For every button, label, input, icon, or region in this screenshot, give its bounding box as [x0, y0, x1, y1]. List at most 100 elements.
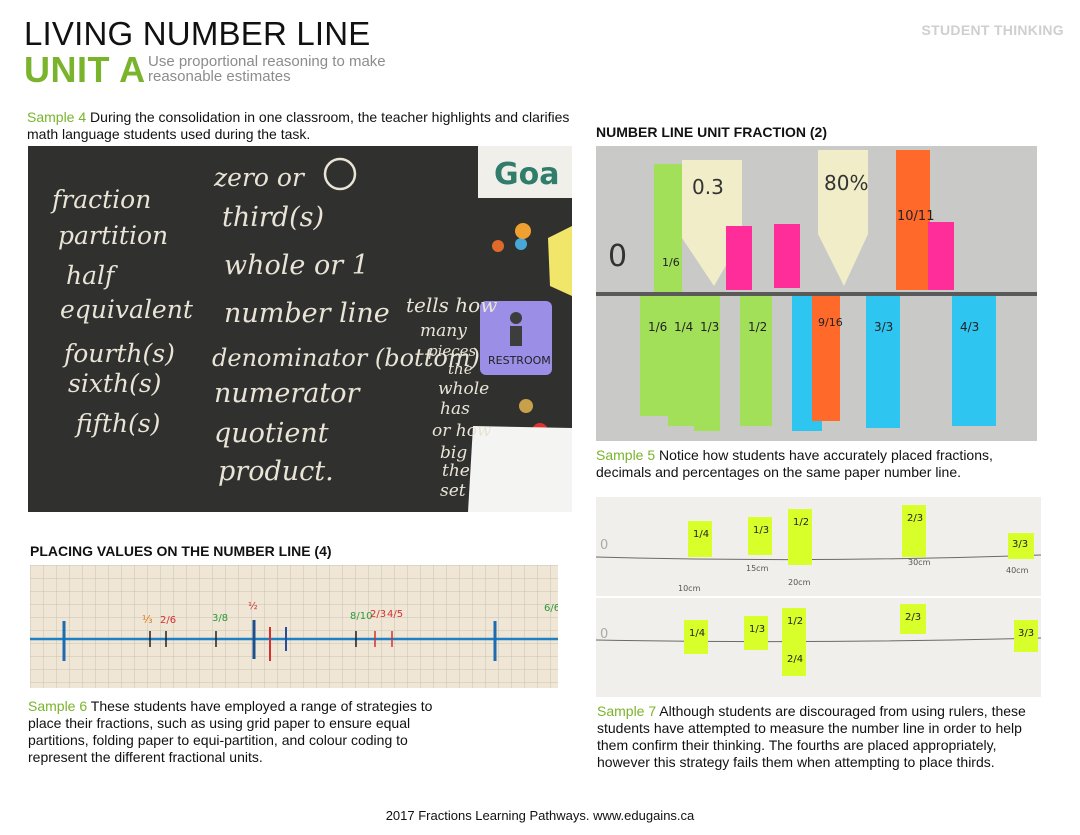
chalk-word: partition — [58, 221, 168, 250]
sticky-fraction: 1/6 — [648, 320, 667, 334]
sticky-pink — [774, 224, 800, 288]
zero-label: 0 — [608, 239, 627, 274]
footer-credit: 2017 Fractions Learning Pathways. www.ed… — [385, 808, 695, 823]
decimal-card-text: 0.3 — [692, 175, 724, 199]
unit-label: UNIT A — [24, 49, 146, 90]
chalk-word: big — [440, 443, 467, 463]
chalk-word: zero or — [213, 163, 306, 192]
sticky-fraction: 1/4 — [689, 628, 705, 639]
sample6-caption: Sample 6 These students have employed a … — [28, 698, 458, 766]
yellow-note — [548, 226, 572, 296]
chalk-word: many — [420, 321, 467, 341]
cm-mark: 40cm — [1006, 566, 1029, 575]
sticky-fraction: 1/3 — [753, 525, 769, 536]
fraction-mark: ⅓ — [142, 613, 153, 626]
sticky-green — [740, 296, 772, 426]
restroom-person-body — [510, 326, 522, 346]
sticky-pink — [726, 226, 752, 290]
page-title: LIVING NUMBER LINE — [24, 15, 371, 52]
ruler-photo-bottom: 0 1/4 1/3 1/2 2/4 2/3 3/3 — [596, 598, 1041, 697]
grid-paper-svg: ⅓ 2/6 3/8 ½ 8/10 2/3 4/5 6/6 — [30, 565, 558, 688]
grid-paper-photo: ⅓ 2/6 3/8 ½ 8/10 2/3 4/5 6/6 — [30, 565, 558, 688]
sample5-caption: Sample 5 Notice how students have accura… — [596, 447, 1041, 481]
sticky-fraction: 2/4 — [787, 654, 803, 665]
chalk-word: half — [66, 261, 118, 290]
zero-mark: 0 — [600, 538, 608, 553]
sticky-fraction: 1/3 — [749, 624, 765, 635]
magnet-icon — [492, 240, 504, 252]
sticky-fraction: 1/2 — [787, 616, 803, 627]
page-subtitle: Use proportional reasoning to make reaso… — [148, 53, 386, 85]
paper-bg — [596, 497, 1041, 596]
chalk-word: product. — [218, 456, 334, 487]
sticky-yellow — [782, 608, 806, 646]
goal-text: Goa — [494, 157, 559, 192]
sticky-fraction: 1/4 — [674, 320, 693, 334]
chalk-word: quotient — [214, 418, 329, 449]
section-tag: STUDENT THINKING — [921, 22, 1064, 38]
sticky-notes-photo: 0 1/6 0.3 80% 10/11 1/6 1/4 1/3 1/2 9/16… — [596, 146, 1037, 441]
chalk-word: pieces — [428, 342, 477, 360]
fraction-mark: ½ — [248, 600, 258, 612]
sticky-fraction: 1/3 — [700, 320, 719, 334]
sticky-fraction: 3/3 — [1012, 539, 1028, 550]
sticky-cyan — [866, 296, 900, 428]
cm-mark: 15cm — [746, 564, 769, 573]
chalk-word: equivalent — [60, 295, 194, 324]
sticky-green — [654, 164, 682, 292]
fraction-mark: 2/6 — [160, 615, 176, 626]
sticky-pink — [928, 222, 954, 290]
placing-values-heading: PLACING VALUES ON THE NUMBER LINE (4) — [30, 543, 332, 559]
chalk-word: fourth(s) — [62, 339, 175, 368]
chalk-word: whole or 1 — [224, 250, 369, 281]
sticky-fraction: 1/2 — [748, 320, 767, 334]
chalk-word: has — [440, 399, 470, 419]
sticky-fraction: 4/3 — [960, 320, 979, 334]
sample5-text: Notice how students have accurately plac… — [596, 447, 993, 480]
sticky-notes-svg: 0 1/6 0.3 80% 10/11 1/6 1/4 1/3 1/2 9/16… — [596, 146, 1037, 441]
sticky-fraction: 1/2 — [793, 517, 809, 528]
chalk-word: number line — [224, 298, 390, 329]
ruler-top-svg: 0 1/4 1/3 1/2 2/3 3/3 10cm 15cm 20cm 30c… — [596, 497, 1041, 596]
chalk-word: set — [440, 481, 466, 501]
sticky-fraction: 2/3 — [907, 513, 923, 524]
paper-grid — [30, 565, 558, 688]
zero-mark: 0 — [600, 627, 608, 642]
sample4-text: During the consolidation in one classroo… — [27, 109, 570, 142]
paper-bg — [596, 598, 1041, 697]
sample7-text: Although students are discouraged from u… — [597, 703, 1026, 770]
sample4-caption: Sample 4 During the consolidation in one… — [27, 109, 572, 143]
fraction-mark: 2/3 — [370, 609, 386, 620]
sticky-fraction: 2/3 — [905, 612, 921, 623]
sample6-text: These students have employed a range of … — [28, 698, 433, 765]
cm-mark: 30cm — [908, 558, 931, 567]
ruler-photo-top: 0 1/4 1/3 1/2 2/3 3/3 10cm 15cm 20cm 30c… — [596, 497, 1041, 596]
chalk-word: the — [448, 360, 473, 378]
chalk-word: whole — [438, 379, 489, 399]
magnet-icon — [515, 238, 527, 250]
percent-card-text: 80% — [824, 171, 868, 195]
sample5-label: Sample 5 — [596, 447, 656, 463]
restroom-person-icon — [510, 312, 522, 324]
magnet-icon — [519, 399, 533, 413]
sticky-green — [668, 296, 694, 426]
sample4-label: Sample 4 — [27, 109, 87, 125]
chalk-word: tells how — [406, 293, 497, 317]
sample7-caption: Sample 7 Although students are discourag… — [597, 703, 1043, 771]
cm-mark: 10cm — [678, 584, 701, 593]
magnet-icon — [515, 223, 531, 239]
ruler-bottom-svg: 0 1/4 1/3 1/2 2/4 2/3 3/3 — [596, 598, 1041, 697]
chalkboard-photo: Goa RESTROOM fraction partition half equ… — [28, 146, 572, 512]
sticky-green — [694, 296, 720, 431]
sticky-yellow — [748, 517, 772, 555]
chalk-word: the — [442, 461, 470, 481]
sticky-orange — [812, 296, 840, 421]
sticky-cyan — [952, 296, 996, 426]
sticky-fraction: 1/4 — [693, 529, 709, 540]
sticky-fraction: 1/6 — [662, 256, 680, 269]
sticky-fraction: 3/3 — [874, 320, 893, 334]
chalk-word: or how — [432, 421, 492, 441]
sample7-label: Sample 7 — [597, 703, 657, 719]
orange-card-text: 10/11 — [897, 209, 934, 224]
sample6-label: Sample 6 — [28, 698, 88, 714]
